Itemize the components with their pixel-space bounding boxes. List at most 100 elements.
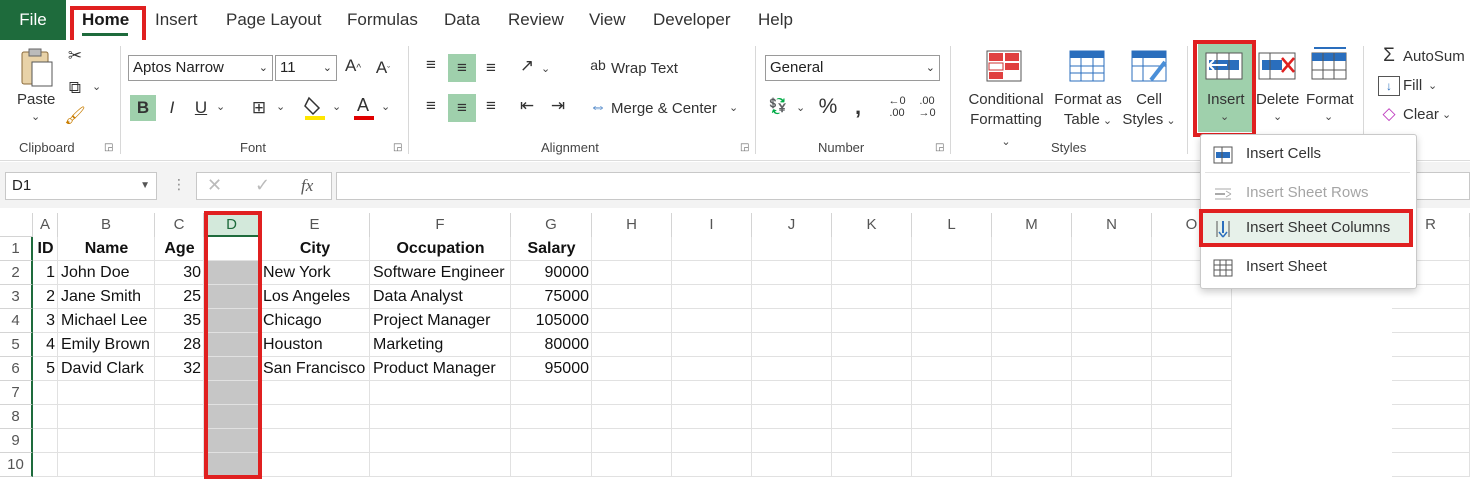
data-cell[interactable]: Software Engineer bbox=[370, 261, 511, 285]
cell[interactable] bbox=[1152, 333, 1232, 357]
percent-button[interactable]: % bbox=[817, 95, 839, 119]
column-header-g[interactable]: G bbox=[511, 213, 592, 237]
data-cell[interactable]: 90000 bbox=[511, 261, 592, 285]
cell[interactable] bbox=[370, 405, 511, 429]
cell[interactable] bbox=[1152, 309, 1232, 333]
cell[interactable] bbox=[155, 405, 204, 429]
data-cell[interactable]: Houston bbox=[260, 333, 370, 357]
font-launcher-icon[interactable]: ◲ bbox=[393, 142, 402, 153]
column-header-l[interactable]: L bbox=[912, 213, 992, 237]
copy-icon[interactable]: ⧉ bbox=[64, 78, 86, 100]
data-cell[interactable]: Emily Brown bbox=[58, 333, 155, 357]
cell[interactable] bbox=[832, 237, 912, 261]
cell[interactable] bbox=[592, 381, 672, 405]
data-cell[interactable]: 1 bbox=[33, 261, 58, 285]
cell[interactable] bbox=[155, 381, 204, 405]
format-as-table-icon[interactable] bbox=[1069, 50, 1107, 84]
align-left-icon[interactable]: ≡ bbox=[420, 96, 442, 116]
row-header-5[interactable]: 5 bbox=[0, 333, 33, 357]
cell[interactable] bbox=[1072, 381, 1152, 405]
row-header-6[interactable]: 6 bbox=[0, 357, 33, 381]
cell[interactable] bbox=[912, 333, 992, 357]
cell[interactable] bbox=[370, 429, 511, 453]
cell[interactable] bbox=[1392, 381, 1470, 405]
enter-icon[interactable]: ✓ bbox=[255, 175, 270, 196]
cell[interactable] bbox=[912, 429, 992, 453]
tab-help[interactable]: Help bbox=[758, 0, 793, 40]
cell[interactable] bbox=[912, 405, 992, 429]
insert-function-icon[interactable]: fx bbox=[301, 176, 313, 196]
cell[interactable] bbox=[672, 453, 752, 477]
increase-indent-icon[interactable]: ⇥ bbox=[547, 96, 569, 116]
cell[interactable] bbox=[752, 309, 832, 333]
cell[interactable] bbox=[992, 333, 1072, 357]
row-header-10[interactable]: 10 bbox=[0, 453, 33, 477]
cell[interactable] bbox=[1072, 405, 1152, 429]
data-cell[interactable]: 95000 bbox=[511, 357, 592, 381]
delete-dropdown-icon[interactable]: ⌄ bbox=[1273, 110, 1282, 123]
cell[interactable] bbox=[260, 405, 370, 429]
cell[interactable] bbox=[1152, 405, 1232, 429]
decrease-decimal-icon[interactable]: .00 →0 bbox=[914, 95, 940, 119]
cell[interactable] bbox=[752, 333, 832, 357]
cell[interactable] bbox=[592, 285, 672, 309]
cell[interactable] bbox=[752, 357, 832, 381]
cell[interactable] bbox=[1152, 381, 1232, 405]
merge-center-button[interactable]: Merge & Center bbox=[611, 100, 717, 117]
select-all-corner[interactable] bbox=[0, 213, 33, 237]
cell[interactable] bbox=[752, 381, 832, 405]
format-cells-icon[interactable] bbox=[1310, 46, 1350, 84]
cell[interactable] bbox=[832, 405, 912, 429]
data-cell[interactable]: New York bbox=[260, 261, 370, 285]
format-button[interactable]: Format bbox=[1306, 91, 1354, 108]
data-cell[interactable]: Data Analyst bbox=[370, 285, 511, 309]
orientation-dropdown-icon[interactable]: ⌄ bbox=[541, 62, 550, 75]
cell[interactable] bbox=[370, 381, 511, 405]
format-dropdown-icon[interactable]: ⌄ bbox=[1324, 110, 1333, 123]
copy-dropdown-icon[interactable]: ⌄ bbox=[92, 80, 101, 93]
cell[interactable] bbox=[511, 381, 592, 405]
cell[interactable] bbox=[672, 309, 752, 333]
italic-button[interactable]: I bbox=[162, 95, 182, 121]
borders-icon[interactable]: ⊞ bbox=[248, 96, 270, 120]
cell[interactable] bbox=[1392, 429, 1470, 453]
cut-icon[interactable]: ✂ bbox=[64, 46, 86, 68]
cell[interactable] bbox=[33, 429, 58, 453]
data-cell[interactable]: 4 bbox=[33, 333, 58, 357]
cell[interactable] bbox=[1152, 429, 1232, 453]
data-cell[interactable]: 75000 bbox=[511, 285, 592, 309]
row-header-3[interactable]: 3 bbox=[0, 285, 33, 309]
data-cell[interactable]: John Doe bbox=[58, 261, 155, 285]
cell[interactable] bbox=[832, 261, 912, 285]
cell[interactable] bbox=[672, 285, 752, 309]
cell[interactable] bbox=[752, 405, 832, 429]
cell[interactable] bbox=[260, 453, 370, 477]
header-cell[interactable]: Age bbox=[155, 237, 204, 261]
header-cell[interactable]: Name bbox=[58, 237, 155, 261]
name-box[interactable]: D1 ▼ bbox=[5, 172, 157, 200]
fill-icon[interactable]: ↓ bbox=[1378, 76, 1400, 96]
eraser-icon[interactable]: ◇ bbox=[1378, 104, 1400, 124]
cell[interactable] bbox=[752, 453, 832, 477]
menu-item-insert-sheet[interactable]: Insert Sheet bbox=[1205, 252, 1410, 282]
paste-dropdown-icon[interactable]: ⌄ bbox=[31, 110, 40, 123]
cell[interactable] bbox=[992, 357, 1072, 381]
data-cell[interactable]: 2 bbox=[33, 285, 58, 309]
row-header-2[interactable]: 2 bbox=[0, 261, 33, 285]
font-color-dropdown-icon[interactable]: ⌄ bbox=[381, 100, 390, 113]
cell[interactable] bbox=[260, 381, 370, 405]
row-header-8[interactable]: 8 bbox=[0, 405, 33, 429]
cell[interactable] bbox=[752, 429, 832, 453]
cell[interactable] bbox=[992, 405, 1072, 429]
data-cell[interactable]: David Clark bbox=[58, 357, 155, 381]
cell[interactable] bbox=[1392, 453, 1470, 477]
cell[interactable] bbox=[912, 285, 992, 309]
align-right-icon[interactable]: ≡ bbox=[480, 96, 502, 116]
column-header-j[interactable]: J bbox=[752, 213, 832, 237]
merge-dropdown-icon[interactable]: ⌄ bbox=[729, 101, 738, 114]
cell[interactable] bbox=[370, 453, 511, 477]
cell[interactable] bbox=[592, 237, 672, 261]
merge-center-icon[interactable]: ⇔ bbox=[587, 97, 609, 117]
data-cell[interactable]: 28 bbox=[155, 333, 204, 357]
cell[interactable] bbox=[511, 429, 592, 453]
